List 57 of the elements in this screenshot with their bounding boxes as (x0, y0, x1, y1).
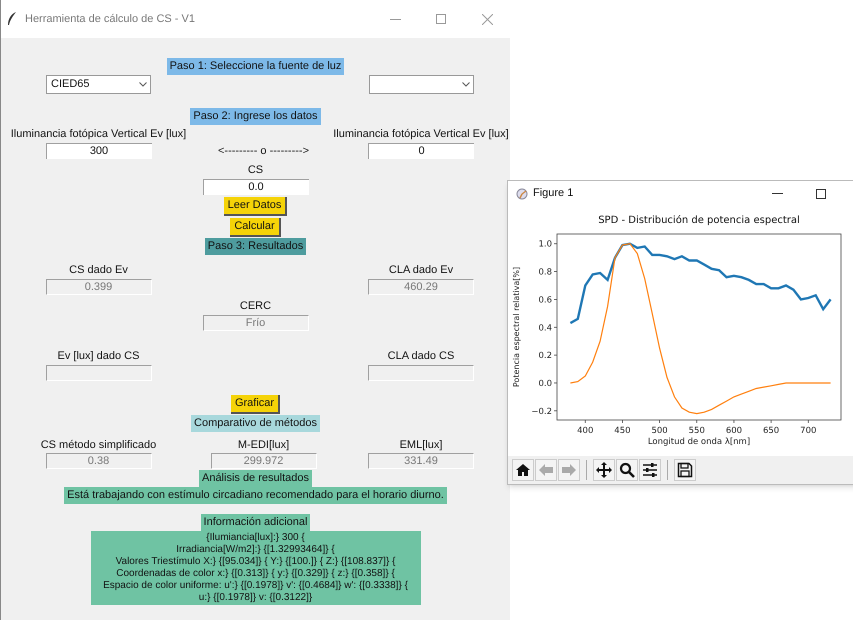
tick-label: 700 (800, 426, 816, 436)
info-line: u:} {[0.1978]} v: {[0.3122]} (198, 592, 312, 604)
step-heading: Paso 2: Ingrese los datos (190, 108, 321, 125)
tick-label: 650 (763, 426, 780, 436)
step-heading: Paso 1: Seleccione la fuente de luz (166, 58, 344, 75)
info-line: {Ilumiancia[lux]:} 300 { (206, 532, 305, 544)
separator-text: <--------- o ---------> (218, 144, 309, 158)
readonly-field: 299.972 (210, 453, 316, 469)
info-line: Irradiancia[W/m2]:} {[1.32993464]} { (176, 544, 335, 556)
field-label: Iluminancia fotópica Vertical Ev [lux] (10, 127, 186, 141)
field-label: CLA dado Ev (388, 263, 454, 277)
tick-label: 0.0 (538, 378, 552, 389)
field-label: CS (248, 163, 264, 177)
input-field[interactable]: 300 (46, 143, 152, 159)
readonly-field: Frío (202, 315, 308, 331)
section-heading: Comparativo de métodos (191, 415, 320, 432)
info-line: Coordenadas de color x:} {[0.313]} { y:} {[0.329]} { z:} {[0.358]} { (116, 568, 395, 580)
section-heading: Análisis de resultados (198, 470, 312, 487)
field-label: Ev [lux] dado CS (58, 349, 140, 363)
readonly-field: 331.49 (368, 453, 474, 469)
button[interactable]: Graficar (230, 395, 280, 414)
readonly-field: 0.38 (46, 453, 152, 469)
axis-title: Potencia espectral relativa[%] (512, 266, 521, 388)
section-heading: Información adicional (200, 514, 310, 531)
tick-label: 600 (726, 426, 742, 436)
field-label: CLA dado CS (388, 349, 454, 363)
chart-title: SPD - Distribución de potencia espectral (598, 215, 800, 226)
analysis-message: Está trabajando con estímulo circadiano recomendado para el horario diurno. (64, 487, 447, 504)
field-label: CS método simplificado (40, 438, 156, 452)
tick-label: 0.8 (538, 268, 552, 278)
field-label: CERC (240, 299, 272, 313)
button[interactable]: Calcular (230, 218, 281, 237)
button[interactable]: Leer Datos (224, 197, 288, 216)
tick-label: 450 (614, 426, 631, 436)
tick-label: 0.2 (538, 351, 552, 362)
info-line: Espacio de color uniforme: u':} {[0.1978]} v': {[0.4684]} w': {[0.3338]} { (103, 580, 408, 592)
step-heading: Paso 3: Resultados (204, 238, 306, 255)
tick-label: −0.2 (531, 406, 552, 417)
field-label: CS dado Ev (69, 263, 128, 277)
readonly-field: 460.29 (368, 279, 474, 295)
dropdown[interactable]: CIED65 (46, 75, 151, 94)
tick-label: 400 (577, 426, 594, 436)
readonly-field: 0.399 (46, 279, 152, 295)
window-title: Herramienta de cálculo de CS - V1 (25, 12, 195, 27)
tick-label: 0.4 (538, 323, 552, 334)
info-line: Valores Triestímulo X:} {[95.034]} { Y:} {[100.]} { Z:} {[108.837]} { (116, 556, 396, 568)
tick-label: 0.6 (538, 295, 552, 306)
window-title: Figure 1 (533, 186, 574, 202)
tick-label: 500 (651, 426, 668, 436)
axis-title: Longitud de onda λ[nm] (648, 437, 750, 447)
tick-label: 1.0 (538, 240, 552, 250)
tick-label: 550 (688, 426, 705, 436)
input-field[interactable]: 0 (368, 143, 474, 159)
field-label: EML[lux] (400, 438, 442, 452)
field-label: M-EDI[lux] (238, 438, 290, 452)
field-label: Iluminancia fotópica Vertical Ev [lux] (333, 127, 509, 141)
input-field[interactable]: 0.0 (202, 179, 308, 195)
